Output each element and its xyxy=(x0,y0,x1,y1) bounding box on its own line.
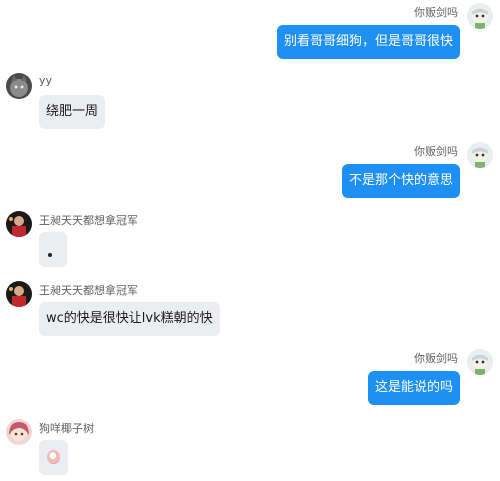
anime-avatar-icon[interactable] xyxy=(467,349,493,375)
message-bubble[interactable]: 这是能说的吗 xyxy=(367,371,460,405)
period-text xyxy=(48,253,52,257)
sender-name: yy xyxy=(39,74,53,87)
player-avatar-icon[interactable] xyxy=(6,211,32,237)
message-bubble[interactable]: wc的快是很快让lvk糕朝的快 xyxy=(39,302,220,336)
player-avatar-icon[interactable] xyxy=(6,281,32,307)
sender-name: 狗咩椰子树 xyxy=(39,422,94,435)
sender-name: 王昶天天都想拿冠军 xyxy=(39,284,138,297)
message-bubble[interactable]: 别看哥哥细狗，但是哥哥很快 xyxy=(276,25,460,59)
sticker-bubble[interactable] xyxy=(39,440,68,475)
sender-name: 你贩剑吗 xyxy=(414,145,458,158)
sticker-emoji-icon xyxy=(47,450,60,464)
sender-name: 王昶天天都想拿冠军 xyxy=(39,214,138,227)
anime-avatar-icon[interactable] xyxy=(467,3,493,29)
message-bubble[interactable] xyxy=(39,232,67,267)
cat-avatar-icon[interactable] xyxy=(6,73,32,99)
message-bubble[interactable]: 绕肥一周 xyxy=(39,95,106,129)
sender-name: 你贩剑吗 xyxy=(414,6,458,19)
pink-hair-avatar-icon[interactable] xyxy=(6,419,32,445)
anime-avatar-icon[interactable] xyxy=(467,142,493,168)
sender-name: 你贩剑吗 xyxy=(414,352,458,365)
message-bubble[interactable]: 不是那个快的意思 xyxy=(341,164,460,198)
